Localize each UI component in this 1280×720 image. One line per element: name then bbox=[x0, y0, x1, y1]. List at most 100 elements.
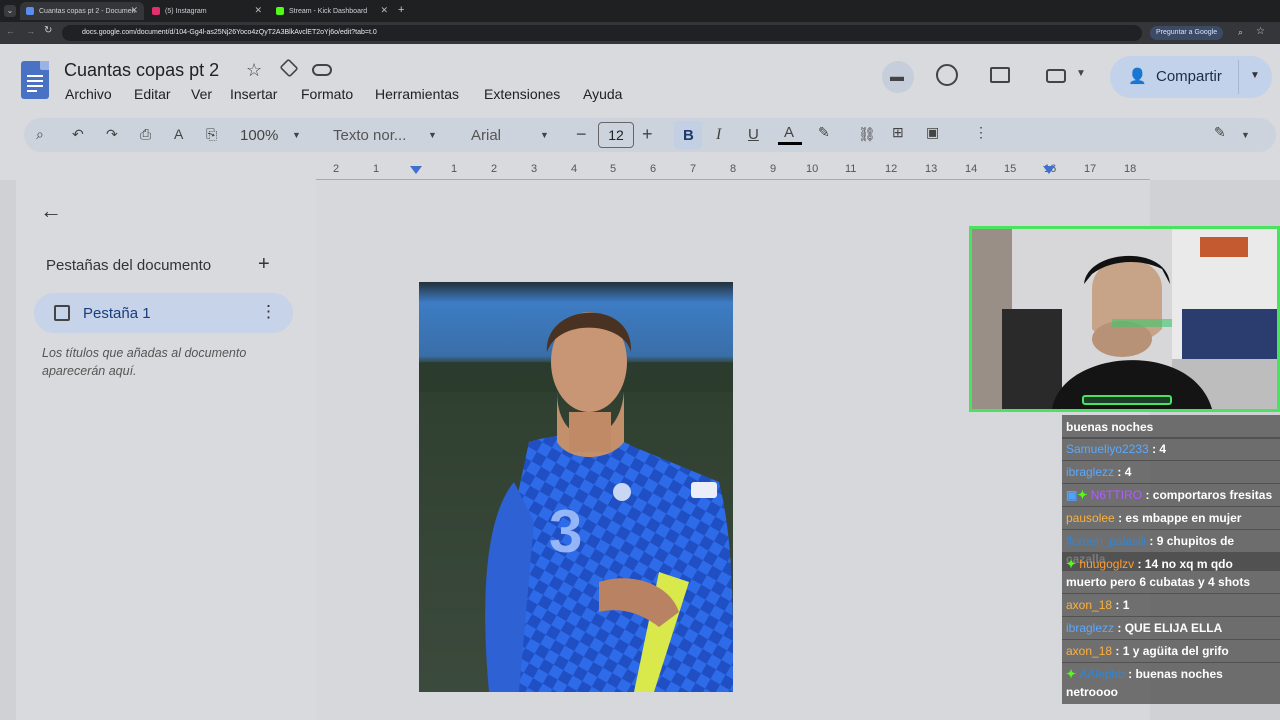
chat-text: buenas noches bbox=[1066, 420, 1154, 434]
tabs-hint-text: Los títulos que añadas al documento apar… bbox=[42, 346, 247, 378]
document-title[interactable]: Cuantas copas pt 2 bbox=[64, 60, 219, 81]
ruler-label: 1 bbox=[451, 163, 458, 175]
chevron-down-icon[interactable]: ▼ bbox=[1250, 70, 1260, 81]
tab-item-pestana-1[interactable]: Pestaña 1 ⋮ bbox=[34, 293, 293, 333]
cloud-status-icon[interactable] bbox=[312, 64, 332, 76]
add-tab-icon[interactable]: + bbox=[258, 253, 270, 276]
forward-icon[interactable]: → bbox=[26, 26, 35, 36]
text-color-icon[interactable]: A bbox=[784, 124, 794, 141]
more-vert-icon[interactable]: ⋮ bbox=[260, 302, 277, 322]
chevron-down-icon[interactable]: ▼ bbox=[292, 130, 301, 140]
zoom-select[interactable]: 100% bbox=[240, 127, 278, 144]
chat-username: N6TTIRO bbox=[1090, 488, 1143, 502]
chat-message: axon_18 : 1 y agüita del grifo bbox=[1062, 639, 1280, 663]
ruler-label: 2 bbox=[491, 163, 498, 175]
search-menus-icon[interactable]: ⌕ bbox=[36, 126, 44, 143]
font-select[interactable]: Arial bbox=[471, 127, 501, 144]
ruler-label: 6 bbox=[650, 163, 657, 175]
comments-mode-button[interactable]: ▬ bbox=[882, 61, 914, 93]
ruler-label: 2 bbox=[333, 163, 340, 175]
underline-icon[interactable]: U bbox=[748, 126, 759, 143]
chat-message: axon_18 : 1 bbox=[1062, 593, 1280, 617]
add-comment-icon[interactable]: ⊞ bbox=[892, 124, 904, 141]
highlight-icon[interactable]: ✎ bbox=[818, 124, 830, 141]
kick-favicon-icon bbox=[276, 7, 284, 15]
bold-icon: B bbox=[683, 127, 694, 144]
ruler-label: 1 bbox=[373, 163, 380, 175]
ruler-label: 4 bbox=[571, 163, 578, 175]
star-icon[interactable]: ☆ bbox=[246, 60, 262, 81]
close-icon[interactable]: ✕ bbox=[254, 5, 262, 16]
chat-username: AAlepbb bbox=[1079, 667, 1125, 681]
address-bar[interactable]: docs.google.com/document/d/104-Gg4l-as25… bbox=[62, 25, 1142, 41]
comment-icon[interactable] bbox=[990, 67, 1010, 83]
chat-username: floreen_palasili bbox=[1066, 534, 1147, 548]
chevron-down-icon[interactable]: ▼ bbox=[540, 130, 549, 140]
link-icon[interactable]: ⛓ bbox=[858, 126, 876, 143]
close-icon[interactable]: ✕ bbox=[380, 5, 388, 16]
sparkle-badge-icon: ✦ bbox=[1066, 557, 1077, 571]
chat-message: pausolee : es mbappe en mujer bbox=[1062, 506, 1280, 530]
ruler-label: 14 bbox=[965, 163, 978, 175]
google-docs-logo-icon[interactable] bbox=[21, 61, 49, 99]
docs-favicon-icon bbox=[26, 7, 34, 15]
menu-formato[interactable]: Formato bbox=[301, 86, 353, 102]
decrease-font-size-icon[interactable]: − bbox=[576, 124, 587, 145]
browser-tab-docs[interactable]: Cuantas copas pt 2 - Documen ✕ bbox=[20, 2, 144, 20]
bookmark-star-icon[interactable]: ☆ bbox=[1256, 26, 1265, 37]
paint-format-icon[interactable]: ⎘ bbox=[206, 126, 217, 143]
close-icon[interactable]: ✕ bbox=[130, 5, 138, 16]
editing-mode-icon[interactable]: ✎ bbox=[1214, 124, 1226, 141]
ruler-label: 8 bbox=[730, 163, 737, 175]
chevron-down-icon[interactable]: ▼ bbox=[1076, 68, 1086, 79]
print-icon[interactable]: ⎙ bbox=[140, 126, 151, 143]
browser-tab-instagram[interactable]: (5) Instagram ✕ bbox=[146, 2, 268, 20]
menu-extensiones[interactable]: Extensiones bbox=[484, 86, 560, 102]
reload-icon[interactable]: ↻ bbox=[44, 25, 52, 36]
ruler-label: 11 bbox=[845, 163, 857, 175]
tab-item-label: Pestaña 1 bbox=[83, 305, 151, 322]
inserted-image[interactable]: 3 bbox=[419, 282, 733, 692]
insert-image-icon[interactable]: ▣ bbox=[926, 124, 939, 141]
webcam-feed bbox=[972, 229, 1277, 409]
spellcheck-icon[interactable]: A bbox=[174, 126, 183, 142]
menu-editar[interactable]: Editar bbox=[134, 86, 171, 102]
chat-text: : 1 bbox=[1115, 598, 1130, 612]
menu-herramientas[interactable]: Herramientas bbox=[375, 86, 459, 102]
menu-ayuda[interactable]: Ayuda bbox=[583, 86, 622, 102]
redo-icon[interactable]: ↷ bbox=[106, 126, 118, 143]
italic-icon[interactable]: I bbox=[716, 126, 721, 144]
menu-archivo[interactable]: Archivo bbox=[65, 86, 112, 102]
ruler-label: 9 bbox=[770, 163, 777, 175]
share-button[interactable]: 👤 Compartir ▼ bbox=[1110, 56, 1272, 98]
chat-username: axon_18 bbox=[1066, 644, 1113, 658]
stream-chat-overlay: buenas noches Samueliyo2233 : 4 ibraglez… bbox=[1062, 415, 1280, 704]
bold-button[interactable]: B bbox=[674, 121, 702, 149]
chevron-down-icon[interactable]: ▼ bbox=[1241, 130, 1250, 140]
font-size-input[interactable]: 12 bbox=[598, 122, 634, 148]
zoom-icon[interactable]: ⌕ bbox=[1238, 27, 1243, 38]
chevron-down-icon[interactable]: ▼ bbox=[428, 130, 437, 140]
undo-icon[interactable]: ↶ bbox=[72, 126, 84, 143]
new-tab-icon[interactable]: + bbox=[398, 4, 404, 16]
menu-insertar[interactable]: Insertar bbox=[230, 86, 277, 102]
back-icon[interactable]: ← bbox=[6, 26, 15, 36]
chat-username: huugoglzv bbox=[1079, 557, 1135, 571]
meet-video-icon[interactable] bbox=[1046, 69, 1066, 83]
ruler-label: 12 bbox=[885, 163, 898, 175]
badge-icon: ▣ bbox=[1066, 488, 1078, 502]
back-arrow-icon[interactable]: ← bbox=[40, 198, 62, 224]
chat-message: ▣✦ N6TTIRO : comportaros fresitas bbox=[1062, 483, 1280, 507]
menu-ver[interactable]: Ver bbox=[191, 86, 212, 102]
more-options-icon[interactable]: ⋮ bbox=[974, 124, 988, 141]
version-history-icon[interactable] bbox=[936, 64, 958, 86]
tabs-heading: Pestañas del documento bbox=[46, 257, 212, 274]
increase-font-size-icon[interactable]: + bbox=[642, 124, 653, 145]
style-select[interactable]: Texto nor... bbox=[333, 127, 406, 144]
browser-tab-kick[interactable]: Stream - Kick Dashboard ✕ bbox=[270, 2, 394, 20]
ask-google-button[interactable]: Preguntar a Google bbox=[1150, 26, 1224, 40]
tab-search-icon[interactable]: ⌄ bbox=[4, 5, 16, 17]
svg-text:3: 3 bbox=[549, 498, 582, 565]
chat-message: ibraglezz : 4 bbox=[1062, 460, 1280, 484]
ruler-label: 13 bbox=[925, 163, 938, 175]
